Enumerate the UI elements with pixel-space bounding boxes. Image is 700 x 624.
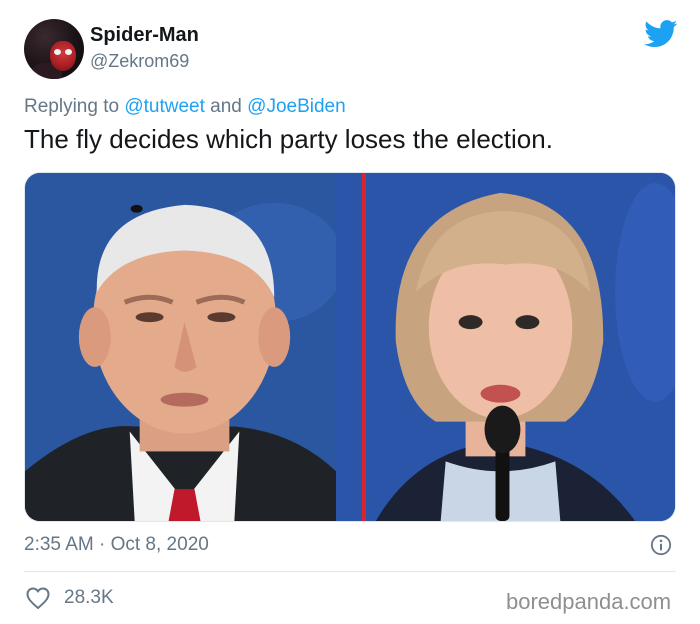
avatar[interactable] xyxy=(24,19,84,79)
mention-link[interactable]: @JoeBiden xyxy=(247,96,346,117)
media-photo-right xyxy=(336,173,675,521)
tweet-media[interactable] xyxy=(24,172,676,522)
reply-conjunction: and xyxy=(210,96,242,117)
watermark: boredpanda.com xyxy=(506,589,672,614)
tweet-text: The fly decides which party loses the el… xyxy=(24,124,553,154)
divider xyxy=(24,571,676,572)
avatar-eye-left xyxy=(54,49,61,55)
author-name[interactable]: Spider-Man xyxy=(90,24,199,47)
tweet-timestamp[interactable]: 2:35 AM · Oct 8, 2020 xyxy=(24,534,209,556)
twitter-bird-icon[interactable] xyxy=(644,20,678,48)
mention-link[interactable]: @tutweet xyxy=(124,96,205,117)
reply-prefix: Replying to xyxy=(24,96,120,117)
replying-to-line: Replying to @tutweet and @JoeBiden xyxy=(24,96,346,118)
like-count[interactable]: 28.3K xyxy=(64,587,114,609)
heart-icon[interactable] xyxy=(26,587,50,609)
info-icon[interactable] xyxy=(650,534,672,556)
media-photo-left xyxy=(25,173,337,521)
author-handle[interactable]: @Zekrom69 xyxy=(90,51,189,72)
avatar-eye-right xyxy=(65,49,72,55)
avatar-mask-shape xyxy=(50,41,76,71)
portrait-woman-illustration xyxy=(336,173,675,521)
portrait-man-illustration xyxy=(25,173,337,521)
